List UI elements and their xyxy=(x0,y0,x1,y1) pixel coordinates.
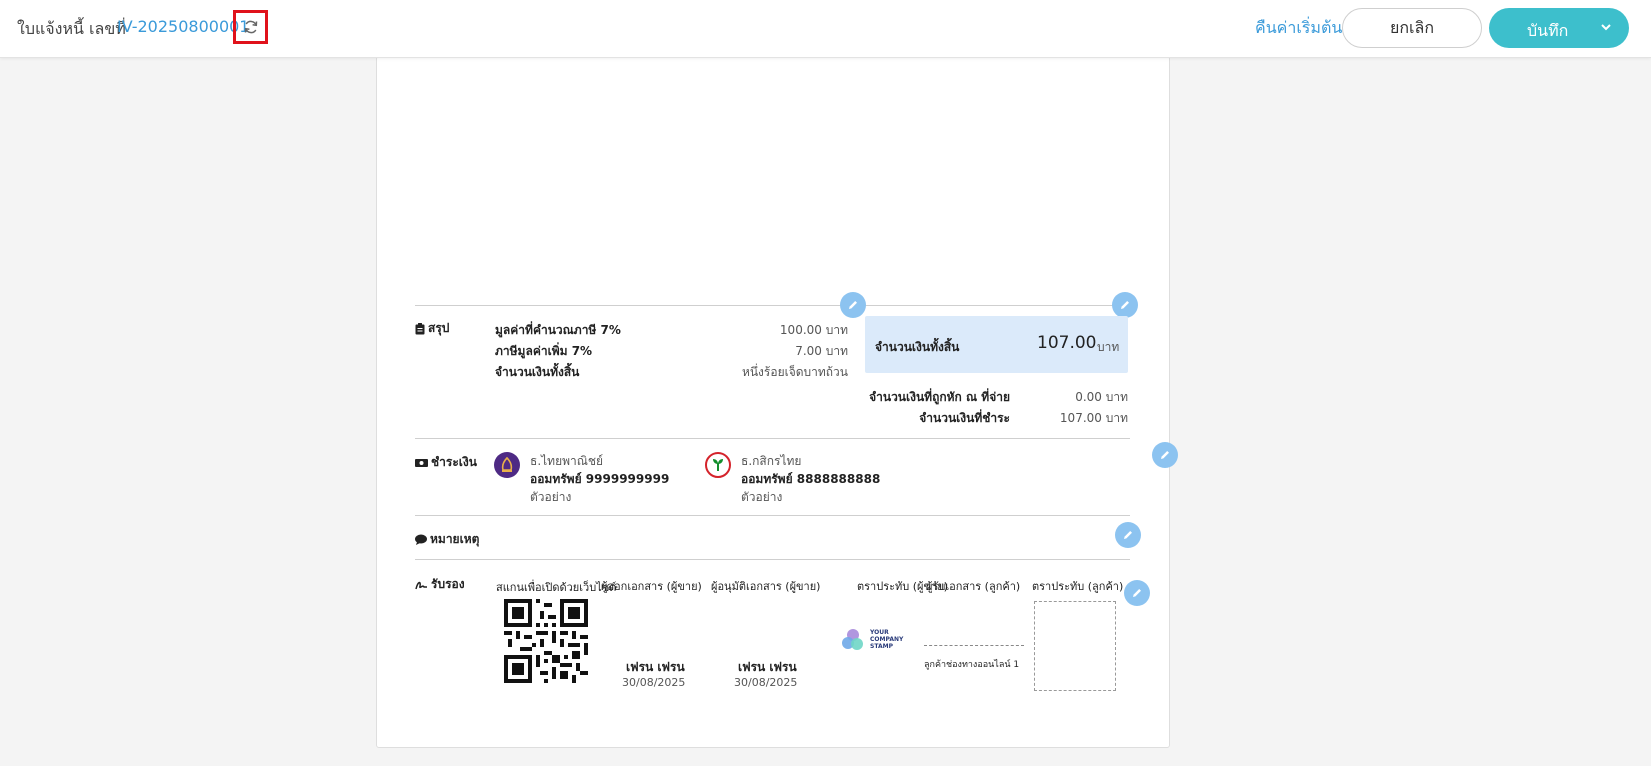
save-button-label: บันทึก xyxy=(1527,21,1569,40)
approver-column-header: ผู้อนุมัติเอกสาร (ผู้ขาย) xyxy=(711,580,821,593)
document-type-label: ใบแจ้งหนี้ เลขที่ xyxy=(17,19,126,38)
vat-value: 7.00 บาท xyxy=(795,344,848,358)
stamp-logo-icon xyxy=(842,629,863,650)
remark-title-text: หมายเหตุ xyxy=(430,532,480,546)
payable-value: 107.00 บาท xyxy=(1059,411,1128,425)
grand-total-words-label: จำนวนเงินทั้งสิ้น xyxy=(495,365,580,379)
edit-payment-button[interactable] xyxy=(1152,442,1178,468)
edit-remark-button[interactable] xyxy=(1115,522,1141,548)
clipboard-icon xyxy=(415,322,425,334)
withholding-label: จำนวนเงินที่ถูกหัก ณ ที่จ่าย xyxy=(869,390,1010,404)
stamp-text-3: STAMP xyxy=(870,643,893,650)
scb-bank-logo xyxy=(494,452,520,478)
refresh-icon xyxy=(244,20,257,34)
pencil-icon xyxy=(1133,589,1141,597)
kbank-bank-logo xyxy=(705,452,731,478)
grand-total-label: จำนวนเงินทั้งสิ้น xyxy=(875,340,960,354)
issuer-date: 30/08/2025 xyxy=(622,676,686,689)
remark-section-title: หมายเหตุ xyxy=(415,530,479,549)
refresh-number-button[interactable] xyxy=(233,10,268,44)
bank-2-name: ธ.กสิกรไทย xyxy=(741,454,802,468)
vat-label: ภาษีมูลค่าเพิ่ม 7% xyxy=(495,344,593,358)
customer-stamp-box xyxy=(1034,601,1116,691)
summary-section-title: สรุป xyxy=(415,319,449,338)
approver-date: 30/08/2025 xyxy=(734,676,798,689)
stamp-text-2: COMPANY xyxy=(870,636,904,643)
company-stamp-image: YOUR COMPANY STAMP xyxy=(840,626,906,654)
edit-summary-right-button[interactable] xyxy=(1112,292,1138,318)
taxable-amount-label: มูลค่าที่คำนวณภาษี 7% xyxy=(495,323,621,337)
qr-code[interactable] xyxy=(504,599,588,683)
document-number[interactable]: IV-20250800001 xyxy=(117,17,249,36)
summary-title-text: สรุป xyxy=(428,321,450,335)
bank-2-note: ตัวอย่าง xyxy=(741,490,783,504)
bank-1-name: ธ.ไทยพาณิชย์ xyxy=(530,454,604,468)
approval-divider xyxy=(415,559,1130,560)
withholding-value: 0.00 บาท xyxy=(1075,390,1128,404)
pencil-icon xyxy=(1121,301,1129,309)
approval-title-text: รับรอง xyxy=(431,577,465,591)
receiver-column-header: ผู้รับเอกสาร (ลูกค้า) xyxy=(926,580,1021,593)
pencil-icon xyxy=(1124,531,1132,539)
reset-default-link[interactable]: คืนค่าเริ่มต้น xyxy=(1255,16,1342,41)
summary-divider xyxy=(415,305,1130,306)
grand-total-words-value: หนึ่งร้อยเจ็ดบาทถ้วน xyxy=(741,365,848,379)
taxable-amount-value: 100.00 บาท xyxy=(779,323,848,337)
bank-2-account: ออมทรัพย์ 8888888888 xyxy=(741,472,881,486)
pencil-icon xyxy=(1161,451,1169,459)
qr-caption: สแกนเพื่อเปิดด้วยเว็บไซต์ xyxy=(496,581,617,594)
kbank-logo-icon xyxy=(713,459,723,471)
customer-stamp-column-header: ตราประทับ (ลูกค้า) xyxy=(1032,580,1124,593)
receiver-signature-line xyxy=(924,645,1024,646)
top-bar: ใบแจ้งหนี้ เลขที่ IV-20250800001 คืนค่าเ… xyxy=(0,0,1651,58)
comment-icon xyxy=(415,534,427,545)
receiver-name: ลูกค้าช่องทางออนไลน์ 1 xyxy=(924,660,1020,670)
grand-total-box: จำนวนเงินทั้งสิ้น 107.00 บาท xyxy=(865,316,1128,373)
payable-label: จำนวนเงินที่ชำระ xyxy=(919,411,1010,425)
edit-approval-button[interactable] xyxy=(1124,580,1150,606)
bank-1-account: ออมทรัพย์ 9999999999 xyxy=(530,472,670,486)
stamp-text-1: YOUR xyxy=(870,629,889,636)
scb-logo-icon xyxy=(501,456,513,472)
issuer-name: เฟรน เฟรน xyxy=(626,660,685,674)
cash-icon xyxy=(415,458,428,467)
issuer-column-header: ผู้ออกเอกสาร (ผู้ขาย) xyxy=(601,580,702,593)
save-button[interactable]: บันทึก xyxy=(1489,8,1629,48)
signature-icon xyxy=(415,581,427,589)
grand-total-amount: 107.00 xyxy=(1037,333,1097,353)
payment-title-text: ชำระเงิน xyxy=(431,455,477,469)
remark-divider xyxy=(415,515,1130,516)
chevron-down-icon[interactable] xyxy=(1599,20,1613,34)
edit-summary-left-button[interactable] xyxy=(840,292,866,318)
approver-name: เฟรน เฟรน xyxy=(738,660,797,674)
payment-divider xyxy=(415,438,1130,439)
bank-1-note: ตัวอย่าง xyxy=(530,490,572,504)
payment-section-title: ชำระเงิน xyxy=(415,453,477,472)
grand-total-unit: บาท xyxy=(1097,340,1120,354)
cancel-button[interactable]: ยกเลิก xyxy=(1342,8,1482,48)
pencil-icon xyxy=(849,301,857,309)
approval-section-title: รับรอง xyxy=(415,575,465,594)
